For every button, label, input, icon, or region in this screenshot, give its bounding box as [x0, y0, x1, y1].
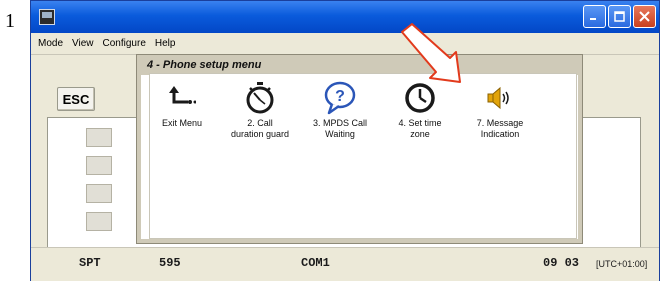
- minimize-button[interactable]: [583, 5, 606, 28]
- return-arrow-icon: [162, 78, 202, 118]
- maximize-icon: [614, 11, 625, 22]
- status-port: COM1: [301, 256, 330, 270]
- menu-item-label: 2. Call duration guard: [230, 118, 290, 139]
- side-button[interactable]: [86, 128, 112, 147]
- menu-item-call-duration[interactable]: 2. Call duration guard: [230, 78, 290, 140]
- close-icon: [639, 11, 650, 22]
- maximize-button[interactable]: [608, 5, 631, 28]
- title-bar[interactable]: [31, 1, 659, 33]
- menu-item-exit[interactable]: Exit Menu: [152, 78, 212, 129]
- pointer-arrow-icon: [401, 23, 461, 83]
- step-number: 1: [5, 10, 15, 32]
- app-window: Mode View Configure Help ESC SPT 595 COM…: [30, 0, 660, 281]
- menu-item-message-indication[interactable]: 7. Message Indication: [470, 78, 530, 140]
- svg-text:?: ?: [335, 88, 345, 105]
- side-button[interactable]: [86, 156, 112, 175]
- menu-item-time-zone[interactable]: 4. Set time zone: [390, 78, 450, 140]
- menu-view[interactable]: View: [72, 38, 94, 49]
- menu-item-label: 4. Set time zone: [398, 118, 442, 139]
- menu-item-label: 7. Message Indication: [476, 118, 524, 139]
- esc-button[interactable]: ESC: [57, 87, 95, 111]
- menu-help[interactable]: Help: [155, 38, 176, 49]
- close-button[interactable]: [633, 5, 656, 28]
- status-timezone: [UTC+01:00]: [596, 259, 648, 269]
- menu-configure[interactable]: Configure: [103, 38, 146, 49]
- status-spt: SPT: [79, 256, 101, 270]
- menu-items: Exit Menu 2. Call duration guard ? 3. MP…: [149, 73, 577, 239]
- app-icon: [39, 9, 55, 25]
- menu-item-label: Exit Menu: [161, 118, 203, 128]
- stopwatch-icon: [240, 78, 280, 118]
- question-bubble-icon: ?: [320, 78, 360, 118]
- phone-setup-menu: 4 - Phone setup menu Exit Menu 2. Call d…: [136, 54, 583, 244]
- menu-bar: Mode View Configure Help: [31, 33, 659, 55]
- menu-item-label: 3. MPDS Call Waiting: [312, 118, 367, 139]
- status-bar: SPT 595 COM1 09 03 [UTC+01:00]: [31, 247, 659, 281]
- minimize-icon: [590, 18, 596, 20]
- side-button[interactable]: [86, 184, 112, 203]
- menu-title: 4 - Phone setup menu: [147, 59, 262, 71]
- menu-mode[interactable]: Mode: [38, 38, 63, 49]
- side-button[interactable]: [86, 212, 112, 231]
- status-time: 09 03: [543, 256, 580, 270]
- status-value: 595: [159, 256, 181, 270]
- menu-item-call-waiting[interactable]: ? 3. MPDS Call Waiting: [310, 78, 370, 140]
- speaker-icon: [480, 78, 520, 118]
